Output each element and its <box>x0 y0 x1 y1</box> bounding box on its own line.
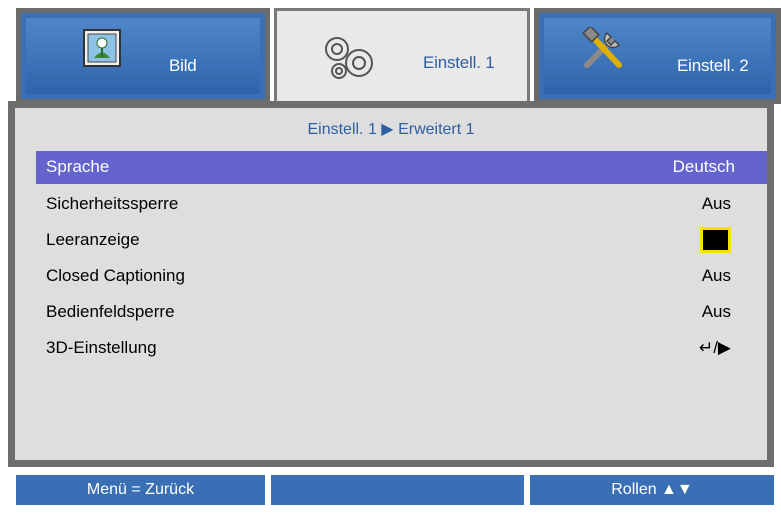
scroll-button[interactable]: Rollen ▲▼ <box>530 475 774 505</box>
menu-item-bedienfeldsperre[interactable]: Bedienfeldsperre Aus <box>36 296 767 329</box>
menu-item-leeranzeige[interactable]: Leeranzeige <box>36 224 767 257</box>
tab-einstell-1-label: Einstell. 1 <box>423 53 495 72</box>
menu-item-label: 3D-Einstellung <box>46 338 157 357</box>
menu-item-value: Aus <box>701 302 731 321</box>
menu-item-closed-captioning[interactable]: Closed Captioning Aus <box>36 260 767 293</box>
footer-spacer <box>271 475 524 505</box>
tab-einstell-2[interactable]: Einstell. 2 <box>534 8 781 104</box>
breadcrumb-parent: Einstell. 1 <box>307 121 377 138</box>
menu-item-value: Aus <box>701 194 731 213</box>
tools-icon <box>582 27 622 68</box>
color-swatch <box>700 227 731 253</box>
menu-item-label: Bedienfeldsperre <box>46 302 175 321</box>
menu-item-sicherheitssperre[interactable]: Sicherheitssperre Aus <box>36 188 767 221</box>
tab-einstell-2-label: Einstell. 2 <box>677 56 749 75</box>
tab-bild-label: Bild <box>169 56 197 75</box>
breadcrumb-arrow-icon: ▶ <box>381 121 394 138</box>
breadcrumb-current: Erweitert 1 <box>398 121 475 138</box>
picture-icon <box>83 29 121 67</box>
menu-item-value: Aus <box>701 266 731 285</box>
menu-item-label: Leeranzeige <box>46 230 140 249</box>
settings-panel: Einstell. 1 ▶ Erweitert 1 Sprache Deutsc… <box>8 101 774 467</box>
tab-bild[interactable]: Bild <box>16 8 270 104</box>
menu-item-label: Closed Captioning <box>46 266 185 285</box>
enter-arrow-icon: ↵/▶ <box>698 338 731 357</box>
menu-item-label: Sicherheitssperre <box>46 194 179 213</box>
menu-item-sprache[interactable]: Sprache Deutsch <box>36 151 767 184</box>
gears-icon <box>325 37 373 79</box>
menu-item-value: Deutsch <box>672 157 735 176</box>
menu-item-3d-einstellung[interactable]: 3D-Einstellung ↵/▶ <box>36 332 767 365</box>
back-button[interactable]: Menü = Zurück <box>16 475 265 505</box>
breadcrumb: Einstell. 1 ▶ Erweitert 1 <box>15 119 767 139</box>
menu-item-label: Sprache <box>46 157 110 176</box>
tab-einstell-1[interactable]: Einstell. 1 <box>274 8 530 108</box>
